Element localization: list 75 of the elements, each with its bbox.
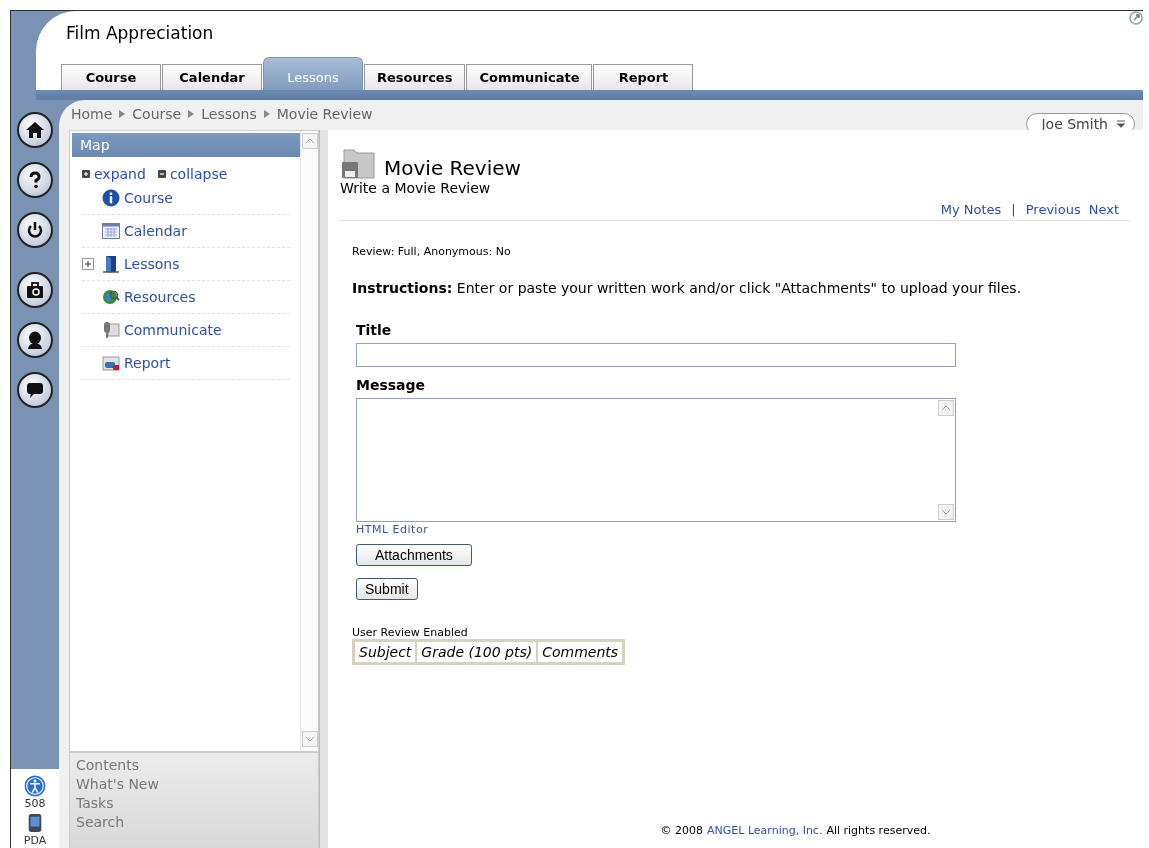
minus-box-icon [157,170,166,178]
expand-box-icon[interactable] [82,258,94,270]
tree-link[interactable]: Communicate [124,322,222,338]
column-header: Grade (100 pts) [416,641,538,663]
person-icon [25,330,45,350]
tree-link[interactable]: Resources [124,289,196,305]
next-link[interactable]: Next [1088,202,1119,217]
page-subtitle: Write a Movie Review [340,180,492,196]
nav-tab[interactable]: Calendar [162,64,262,90]
title-label: Title [356,322,392,338]
tree-link[interactable]: Course [124,190,173,206]
help-button[interactable] [17,162,53,198]
tree-row[interactable]: Resources [82,281,290,314]
breadcrumb-link[interactable]: Course [132,106,182,122]
nav-tab[interactable]: Report [593,64,694,90]
company-link[interactable]: ANGEL Learning, Inc. [707,824,823,837]
message-label: Message [356,377,426,393]
popout-icon[interactable] [1129,11,1143,25]
page-title: Movie Review [384,156,521,180]
separator: | [1011,202,1016,217]
sidebar-footer-link[interactable]: What's New [76,776,318,792]
breadcrumb-arrow-icon [187,109,196,119]
attachments-button[interactable]: Attachments [356,544,472,566]
table-caption: User Review Enabled [352,626,468,639]
map-header: Map [72,133,300,157]
rail-link[interactable]: PDA [23,812,47,847]
html-editor-link[interactable]: HTML Editor [356,523,429,536]
handheld-icon [26,812,44,834]
breadcrumb-link[interactable]: Movie Review [276,106,373,122]
sidebar-footer-link[interactable]: Contents [76,757,318,773]
menu-icon [1116,119,1126,129]
tree-link[interactable]: Lessons [124,256,180,272]
accessibility-icon [24,775,46,797]
nav-tab[interactable]: Communicate [466,64,593,90]
submit-button[interactable]: Submit [356,578,418,600]
power-button[interactable] [17,212,53,248]
expand-link[interactable]: expand [82,166,146,182]
profile-button[interactable] [17,322,53,358]
tree-row[interactable]: Course [82,182,290,215]
copyright-text: © 2008 [660,824,704,837]
home-icon [25,120,45,140]
rail-link[interactable]: 508 [24,775,46,810]
microphone-icon [102,321,120,339]
my-notes-link[interactable]: My Notes [940,202,1002,217]
column-header: Comments [537,641,624,663]
chat-button[interactable] [17,372,53,408]
info-icon [102,189,120,207]
collapse-link[interactable]: collapse [157,166,228,182]
review-info: Review: Full, Anonymous: No [352,245,511,258]
chat-icon [25,380,45,400]
tree-row[interactable]: Calendar [82,215,290,248]
title-input[interactable] [356,343,956,367]
tree-row[interactable]: Report [82,347,290,380]
breadcrumb-arrow-icon [118,109,127,119]
breadcrumb-arrow-icon [262,109,271,119]
breadcrumb-link[interactable]: Lessons [201,106,257,122]
door-icon [102,255,120,273]
tree-link[interactable]: Calendar [124,223,187,239]
power-icon [25,220,45,240]
calendar-icon [102,222,120,240]
previous-link[interactable]: Previous [1025,202,1081,217]
course-title: Film Appreciation [66,23,214,45]
tree-link[interactable]: Report [124,355,171,371]
breadcrumb-link[interactable]: Home [71,106,113,122]
folder-icon [102,354,120,372]
instructions-text: Instructions: Enter or paste your written work and/or click "Attachments" to upload your files. [352,280,1022,296]
copyright-text: All rights reserved. [826,824,931,837]
tree-row[interactable]: Lessons [82,248,290,281]
globe-icon [102,288,120,306]
plus-box-icon [82,170,90,178]
column-header: Subject [354,641,417,663]
home-button[interactable] [17,112,53,148]
nav-tab[interactable]: Course [61,64,161,90]
tree-row[interactable]: Communicate [82,314,290,347]
nav-tab[interactable]: Resources [364,64,466,90]
